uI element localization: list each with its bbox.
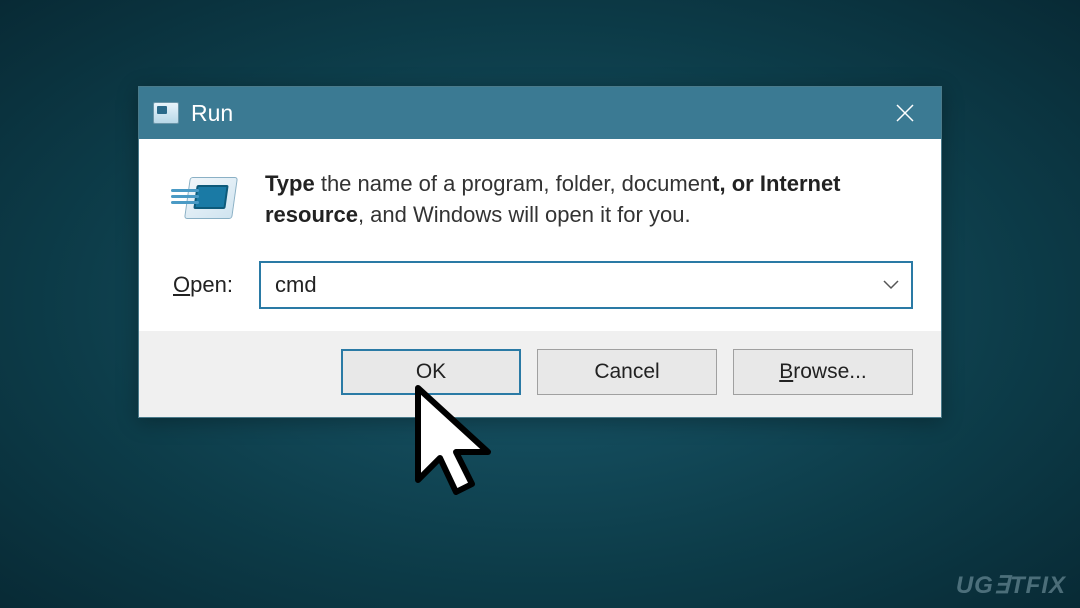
info-row: Type the name of a program, folder, docu… [167, 167, 913, 231]
dialog-title: Run [191, 100, 233, 127]
open-input[interactable] [275, 272, 881, 298]
run-dialog: Run Type the name of a program, folder, … [138, 86, 942, 418]
watermark: UG∃TFIX [956, 571, 1066, 600]
button-bar: OK Cancel Browse... [139, 331, 941, 417]
open-label: Open: [173, 272, 241, 298]
close-icon [895, 103, 915, 123]
dialog-body: Type the name of a program, folder, docu… [139, 139, 941, 309]
run-program-icon [173, 171, 239, 231]
open-row: Open: [167, 261, 913, 309]
close-button[interactable] [869, 87, 941, 139]
dialog-description: Type the name of a program, folder, docu… [265, 167, 913, 231]
dropdown-button[interactable] [881, 275, 901, 295]
open-combobox[interactable] [259, 261, 913, 309]
ok-button[interactable]: OK [341, 349, 521, 395]
cancel-button[interactable]: Cancel [537, 349, 717, 395]
browse-button[interactable]: Browse... [733, 349, 913, 395]
chevron-down-icon [883, 280, 899, 290]
run-titlebar-icon [153, 102, 179, 124]
titlebar[interactable]: Run [139, 87, 941, 139]
